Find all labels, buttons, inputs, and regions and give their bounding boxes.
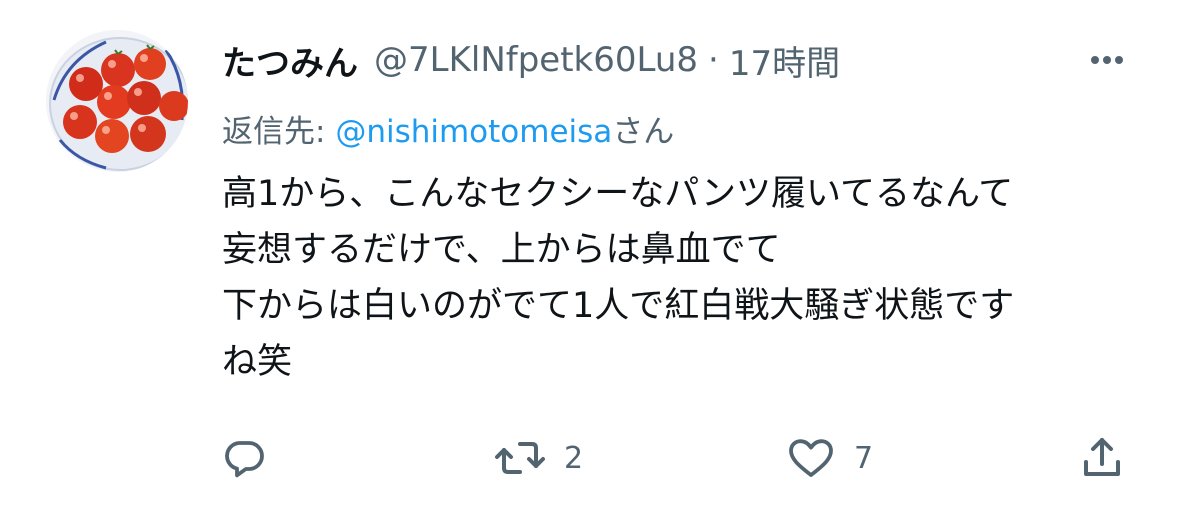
- timestamp[interactable]: 17時間: [729, 36, 840, 85]
- tweet-text-line: ね笑: [222, 342, 293, 382]
- user-handle[interactable]: @7LKlNfpetk60Lu8: [374, 40, 698, 80]
- separator-dot: ·: [708, 40, 719, 80]
- reply-button[interactable]: [220, 430, 268, 486]
- replying-suffix: さん: [612, 114, 675, 150]
- share-button[interactable]: [1080, 430, 1124, 486]
- action-bar: 2 7: [0, 430, 1179, 486]
- share-icon: [1080, 434, 1124, 482]
- reply-icon: [220, 434, 268, 482]
- like-button[interactable]: 7: [786, 430, 873, 486]
- replying-to: 返信先: @nishimotomeisaさん: [222, 106, 674, 151]
- like-count: 7: [854, 440, 874, 476]
- tweet-text-line: 下からは白いのがでて1人で紅白戦大騒ぎ状態です: [222, 286, 1015, 326]
- avatar[interactable]: [46, 30, 188, 172]
- replying-prefix: 返信先:: [222, 114, 336, 150]
- retweet-button[interactable]: 2: [494, 430, 583, 486]
- display-name[interactable]: たつみん: [222, 36, 358, 85]
- mention-link[interactable]: @nishimotomeisa: [335, 114, 612, 150]
- heart-icon: [786, 434, 836, 482]
- tweet-text-line: 妄想するだけで、上からは鼻血でて: [222, 230, 781, 270]
- retweet-count: 2: [564, 440, 584, 476]
- avatar-image: [46, 30, 188, 172]
- tweet-text-line: 高1から、こんなセクシーなパンツ履いてるなんて: [222, 174, 1014, 214]
- more-icon[interactable]: [1087, 44, 1127, 76]
- tweet-header: たつみん @7LKlNfpetk60Lu8 · 17時間: [222, 32, 1119, 88]
- tweet-text: 高1から、こんなセクシーなパンツ履いてるなんて 妄想するだけで、上からは鼻血でて…: [222, 166, 1122, 390]
- tweet[interactable]: たつみん @7LKlNfpetk60Lu8 · 17時間 返信先: @nishi…: [0, 0, 1179, 516]
- retweet-icon: [494, 434, 546, 482]
